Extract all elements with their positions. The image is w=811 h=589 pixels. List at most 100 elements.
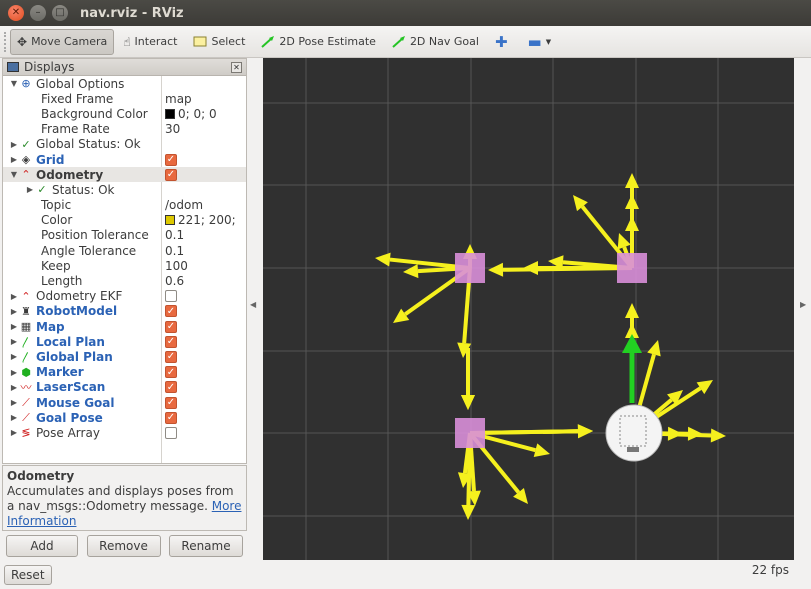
marker-display-row[interactable]: ▶ ⬢ Marker ✓ xyxy=(3,365,246,380)
marker-enabled-checkbox[interactable]: ✓ xyxy=(165,366,177,379)
grid-enabled-checkbox[interactable]: ✓ xyxy=(165,153,177,166)
toolbar: ✥ Move Camera ☝ Interact Select 2D Pose … xyxy=(0,26,811,58)
add-button[interactable]: Add xyxy=(6,535,78,557)
map-enabled-checkbox[interactable]: ✓ xyxy=(165,320,177,333)
maximize-window-button[interactable]: □ xyxy=(52,5,68,21)
close-panel-button[interactable]: ✕ xyxy=(231,61,242,73)
expand-arrow-icon[interactable]: ▶ xyxy=(9,383,19,392)
odometry-display-row[interactable]: ▼ ⌃ Odometry ✓ xyxy=(3,167,246,183)
expand-arrow-icon[interactable]: ▶ xyxy=(9,322,19,331)
length-row[interactable]: Length 0.6 xyxy=(3,273,246,288)
cube-icon: ⬢ xyxy=(21,365,31,379)
background-color-row[interactable]: Background Color 0; 0; 0 xyxy=(3,106,246,121)
hand-icon: ☝ xyxy=(123,34,131,49)
collapse-right-arrow-icon[interactable]: ▶ xyxy=(800,300,806,309)
scene-canvas[interactable] xyxy=(263,58,794,560)
laser-scan-icon: 〰 xyxy=(20,381,32,395)
robot-bumper xyxy=(627,447,639,452)
expand-arrow-icon[interactable]: ▶ xyxy=(9,352,19,361)
keep-value[interactable]: 100 xyxy=(165,259,188,273)
laser-scan-display-row[interactable]: ▶ 〰 LaserScan ✓ xyxy=(3,380,246,395)
expand-arrow-icon[interactable]: ▶ xyxy=(9,140,19,149)
robot-icon: ♜ xyxy=(21,304,31,318)
position-tolerance-row[interactable]: Position Tolerance 0.1 xyxy=(3,228,246,243)
expand-arrow-icon[interactable]: ▶ xyxy=(9,368,19,377)
odometry-arrow-head xyxy=(461,395,475,410)
global-options-row[interactable]: ▼ ⊕ Global Options xyxy=(3,76,246,91)
fixed-frame-value[interactable]: map xyxy=(165,92,192,106)
select-tool[interactable]: Select xyxy=(186,29,252,55)
local-plan-display-row[interactable]: ▶ 〳 Local Plan ✓ xyxy=(3,334,246,349)
odometry-enabled-checkbox[interactable]: ✓ xyxy=(165,168,177,181)
reset-button[interactable]: Reset xyxy=(4,564,52,585)
expand-arrow-icon[interactable]: ▶ xyxy=(9,155,19,164)
move-camera-tool[interactable]: ✥ Move Camera xyxy=(10,28,115,55)
background-color-value[interactable]: 0; 0; 0 xyxy=(165,107,217,121)
frame-rate-value[interactable]: 30 xyxy=(165,122,180,136)
interact-tool[interactable]: ☝ Interact xyxy=(116,29,184,55)
robot-model-display-row[interactable]: ▶ ♜ RobotModel ✓ xyxy=(3,304,246,319)
keep-row[interactable]: Keep 100 xyxy=(3,258,246,273)
odometry-ekf-enabled-checkbox[interactable] xyxy=(165,290,177,303)
odometry-arrow-head xyxy=(625,303,639,318)
position-tolerance-value[interactable]: 0.1 xyxy=(165,228,184,242)
fps-readout: 22 fps xyxy=(751,563,789,577)
status-bar: Reset 22 fps xyxy=(0,560,811,589)
topic-value[interactable]: /odom xyxy=(165,198,203,212)
checkmark-icon: ✓ xyxy=(37,183,47,197)
local-plan-enabled-checkbox[interactable]: ✓ xyxy=(165,335,177,348)
checkmark-icon: ✓ xyxy=(21,137,31,151)
angle-tolerance-value[interactable]: 0.1 xyxy=(165,244,184,258)
frame-rate-row[interactable]: Frame Rate 30 xyxy=(3,122,246,137)
grid-display-row[interactable]: ▶ ◈ Grid ✓ xyxy=(3,152,246,167)
monitor-icon xyxy=(7,62,19,72)
nav-goal-tool[interactable]: 2D Nav Goal xyxy=(385,29,486,55)
global-plan-display-row[interactable]: ▶ 〳 Global Plan ✓ xyxy=(3,349,246,364)
odometry-arrow-head xyxy=(687,426,703,441)
green-arrow-icon xyxy=(261,35,275,48)
odometry-arrow-head xyxy=(625,194,639,209)
pose-array-display-row[interactable]: ▶ ≶ Pose Array xyxy=(3,425,246,440)
render-view[interactable] xyxy=(263,58,794,560)
collapse-left-arrow-icon[interactable]: ◀ xyxy=(250,300,256,309)
color-row[interactable]: Color 221; 200; xyxy=(3,213,246,228)
expand-arrow-icon[interactable]: ▶ xyxy=(9,428,19,437)
remove-tool-button[interactable]: ▬ ▼ xyxy=(521,29,559,55)
expand-arrow-icon[interactable]: ▶ xyxy=(9,292,19,301)
minimize-window-button[interactable]: – xyxy=(30,5,46,21)
expand-arrow-icon[interactable]: ▶ xyxy=(9,307,19,316)
pose-array-enabled-checkbox[interactable] xyxy=(165,426,177,439)
map-display-row[interactable]: ▶ ▦ Map ✓ xyxy=(3,319,246,334)
expand-arrow-icon[interactable]: ▶ xyxy=(9,398,19,407)
rename-button[interactable]: Rename xyxy=(169,535,243,557)
length-value[interactable]: 0.6 xyxy=(165,274,184,288)
angle-tolerance-row[interactable]: Angle Tolerance 0.1 xyxy=(3,243,246,258)
fixed-frame-row[interactable]: Fixed Frame map xyxy=(3,91,246,106)
remove-button[interactable]: Remove xyxy=(86,535,161,557)
odometry-arrow-shaft xyxy=(542,429,579,434)
laser-scan-enabled-checkbox[interactable]: ✓ xyxy=(165,381,177,394)
add-tool-button[interactable]: ✚ xyxy=(488,29,519,55)
display-description: Odometry Accumulates and displays poses … xyxy=(2,465,247,531)
pose-estimate-tool[interactable]: 2D Pose Estimate xyxy=(254,29,383,55)
expand-arrow-icon[interactable]: ▶ xyxy=(25,185,35,194)
odometry-ekf-display-row[interactable]: ▶ ⌃ Odometry EKF xyxy=(3,289,246,304)
goal-pose-display-row[interactable]: ▶ ⟋ Goal Pose ✓ xyxy=(3,410,246,425)
expand-arrow-icon[interactable]: ▶ xyxy=(9,413,19,422)
green-arrow-icon xyxy=(392,35,406,48)
expand-arrow-icon[interactable]: ▼ xyxy=(9,79,19,88)
global-status-row[interactable]: ▶ ✓ Global Status: Ok xyxy=(3,137,246,152)
color-value[interactable]: 221; 200; xyxy=(165,213,236,227)
expand-arrow-icon[interactable]: ▼ xyxy=(9,170,19,179)
expand-arrow-icon[interactable]: ▶ xyxy=(9,337,19,346)
mouse-goal-enabled-checkbox[interactable]: ✓ xyxy=(165,396,177,409)
global-plan-enabled-checkbox[interactable]: ✓ xyxy=(165,350,177,363)
odometry-status-row[interactable]: ▶ ✓ Status: Ok xyxy=(3,182,246,197)
mouse-goal-display-row[interactable]: ▶ ⟋ Mouse Goal ✓ xyxy=(3,395,246,410)
pose-marker xyxy=(455,418,485,448)
topic-row[interactable]: Topic /odom xyxy=(3,198,246,213)
close-window-button[interactable]: ✕ xyxy=(8,5,24,21)
odometry-arrow-head xyxy=(667,426,683,441)
goal-pose-enabled-checkbox[interactable]: ✓ xyxy=(165,411,177,424)
robot-model-enabled-checkbox[interactable]: ✓ xyxy=(165,305,177,318)
